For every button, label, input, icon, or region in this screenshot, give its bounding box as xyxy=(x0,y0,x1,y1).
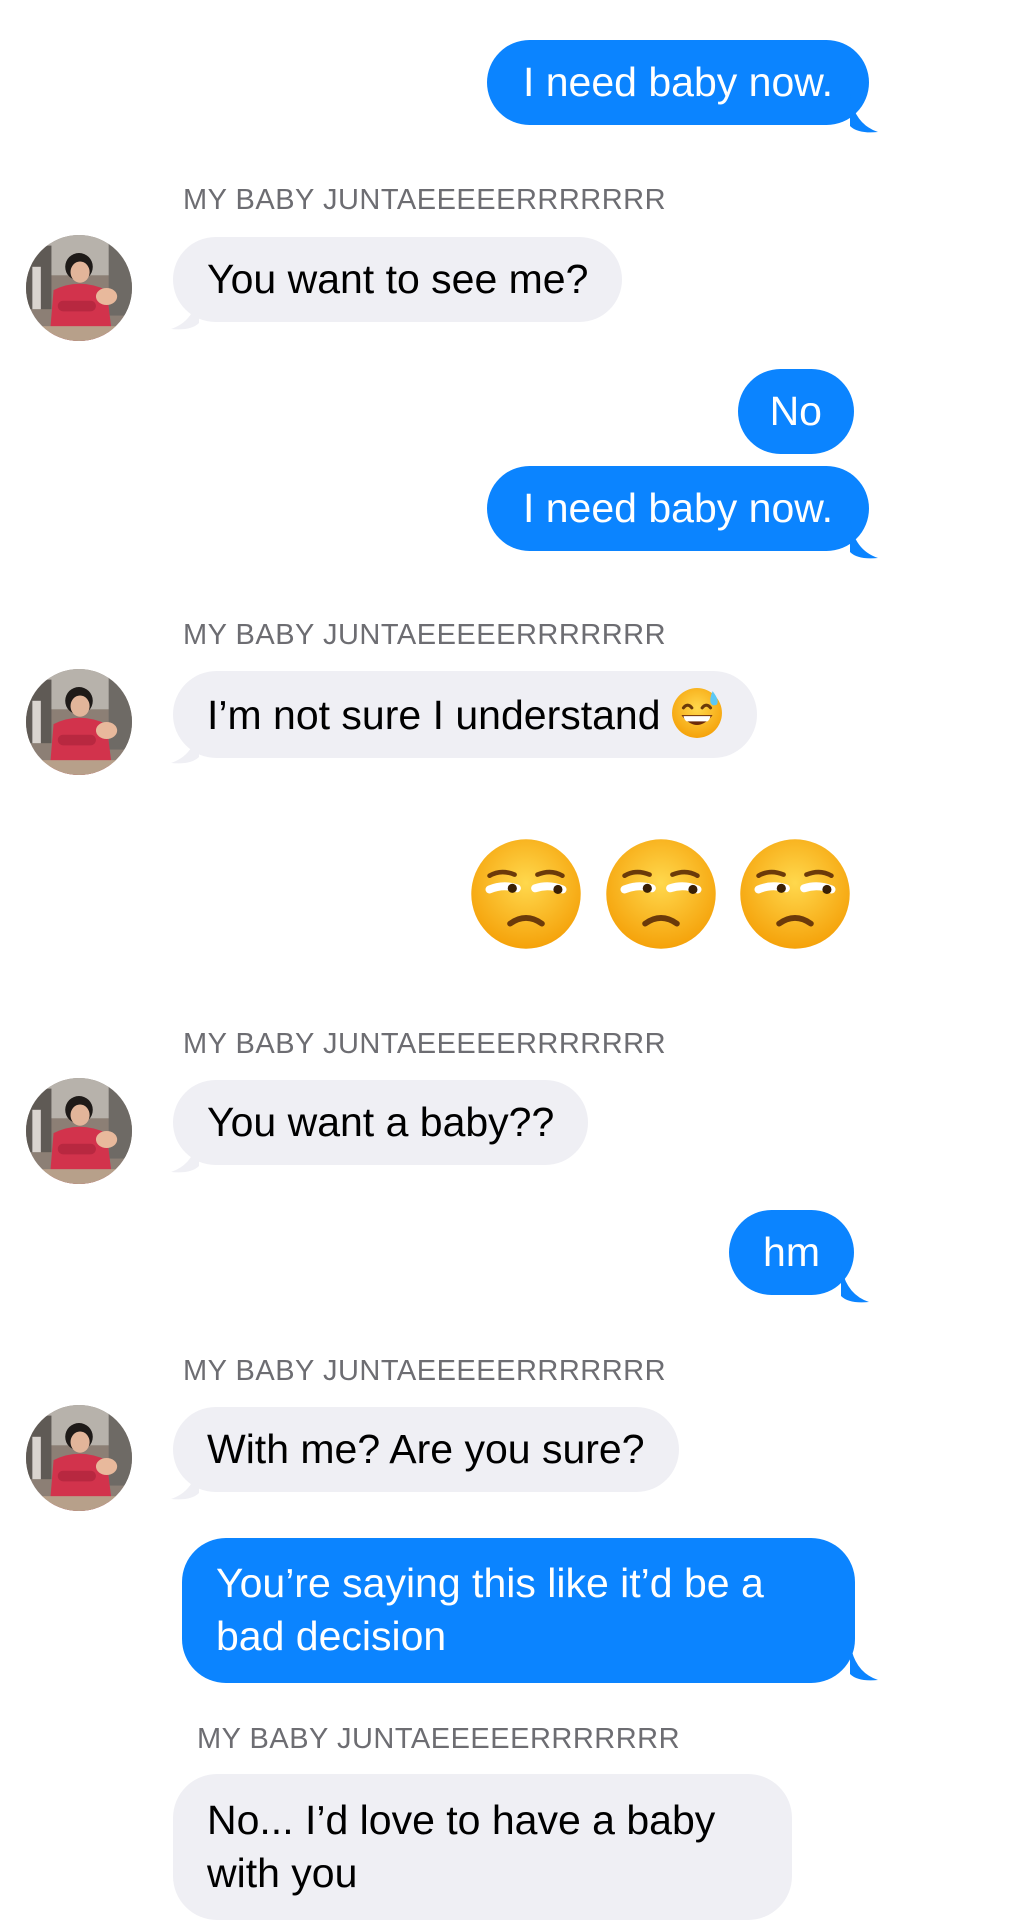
sender-label: MY BABY JUNTAEEEEERRRRRRR xyxy=(183,1028,667,1060)
avatar[interactable] xyxy=(26,1078,132,1184)
message-bubble-outgoing[interactable]: I need baby now. xyxy=(486,466,869,551)
bubble-tail-outgoing xyxy=(841,1264,869,1303)
unamused-face-emoji-icon[interactable] xyxy=(469,837,583,951)
bubble-tail-outgoing xyxy=(850,94,878,133)
avatar[interactable] xyxy=(26,235,132,341)
message-bubble-incoming[interactable]: You want a baby?? xyxy=(173,1080,589,1165)
sender-label: MY BABY JUNTAEEEEERRRRRRR xyxy=(183,184,667,216)
bubble-tail-incoming xyxy=(171,725,199,764)
message-bubble-incoming[interactable]: I’m not sure I understand xyxy=(173,671,757,758)
bubble-tail-incoming xyxy=(171,1461,199,1500)
grinning-sweat-emoji-icon xyxy=(671,687,723,739)
message-bubble-outgoing[interactable]: You’re saying this like it’d be a bad de… xyxy=(182,1538,855,1683)
message-bubble-outgoing[interactable]: No xyxy=(737,369,854,454)
sender-label: MY BABY JUNTAEEEEERRRRRRR xyxy=(197,1723,681,1755)
sender-label: MY BABY JUNTAEEEEERRRRRRR xyxy=(183,1355,667,1387)
bubble-tail-outgoing xyxy=(850,1642,878,1681)
message-bubble-incoming[interactable]: You want to see me? xyxy=(173,237,623,322)
unamused-face-emoji-icon[interactable] xyxy=(604,837,718,951)
message-bubble-outgoing[interactable]: hm xyxy=(729,1210,854,1295)
sender-label: MY BABY JUNTAEEEEERRRRRRR xyxy=(183,619,667,651)
bubble-tail-outgoing xyxy=(850,520,878,559)
bubble-tail-incoming xyxy=(171,291,199,330)
unamused-face-emoji-icon[interactable] xyxy=(738,837,852,951)
avatar[interactable] xyxy=(26,1405,132,1511)
bubble-tail-incoming xyxy=(171,1134,199,1173)
message-bubble-incoming[interactable]: With me? Are you sure? xyxy=(173,1407,679,1492)
message-text: I’m not sure I understand xyxy=(207,692,661,738)
message-bubble-incoming[interactable]: No... I’d love to have a baby with you xyxy=(173,1774,792,1920)
avatar[interactable] xyxy=(26,669,132,775)
message-bubble-outgoing[interactable]: I need baby now. xyxy=(486,40,869,125)
